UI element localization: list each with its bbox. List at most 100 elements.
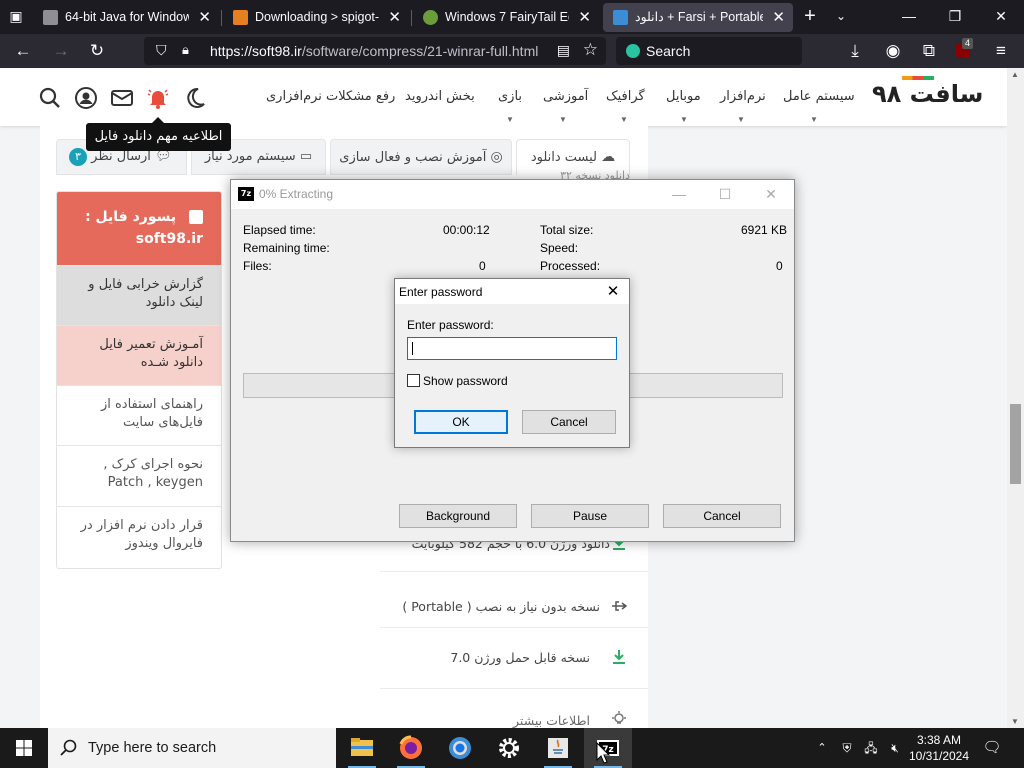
password-field-label: Enter password: [407,318,494,332]
tab-close-icon[interactable]: ✕ [198,3,211,32]
volume-muted-icon[interactable]: 🔇︎ [885,728,905,768]
shield-icon[interactable]: ⛉ [156,42,167,59]
notification-bell-icon[interactable] [146,86,170,110]
processed-label: Processed: [540,259,601,273]
tab-favicon-icon [43,10,58,25]
taskbar-search-box[interactable]: Type here to search [48,728,336,768]
browser-tab-java[interactable]: 64-bit Java for Windows ✕ [33,3,219,32]
browser-nav-bar: ← → ↻ ⛉ 🔒︎ https://soft98.ir/software/co… [0,34,1024,68]
browser-tab-soft98[interactable]: دانلود + Farsi + Portable ✕ [603,3,793,32]
sidebar-link-repair[interactable]: آمـوزش تعمیر فایل دانلود شـده [57,326,221,386]
browser-tab-fairytail[interactable]: Windows 7 FairyTail Editio ✕ [413,3,599,32]
bookmark-star-icon[interactable]: ☆ [583,40,598,60]
url-text[interactable]: https://soft98.ir/software/compress/21-w… [210,43,538,59]
show-password-checkbox[interactable] [407,374,420,387]
back-arrow-icon[interactable]: ← [10,38,36,64]
menu-games[interactable]: بازی [498,89,522,104]
file-password-box: پسورد فایل : soft98.ir [57,192,221,266]
clock-time: 3:38 AM [916,733,962,747]
taskbar-search-placeholder: Type here to search [88,740,217,756]
scroll-down-arrow-icon[interactable]: ▼ [1011,717,1019,726]
speed-label: Speed: [540,241,579,255]
lifebuoy-icon: ◎ [490,149,503,165]
close-window-icon[interactable]: ✕ [978,0,1024,32]
tab-favicon-icon [423,10,438,25]
extract-window-titlebar[interactable]: 7z 0% Extracting — ☐ ✕ [231,180,794,209]
notification-center-icon[interactable]: 🗨︎ [980,728,1004,768]
scrollbar-thumb[interactable] [1010,404,1021,484]
new-tab-icon[interactable]: + [797,3,823,29]
ok-button[interactable]: OK [414,410,508,434]
user-profile-icon[interactable] [74,86,98,110]
firefox-icon[interactable] [387,728,435,768]
site-logo[interactable]: سافت ۹۸ [872,76,983,108]
menu-android[interactable]: بخش اندروید [405,89,475,104]
cancel-extract-button[interactable]: Cancel [663,504,781,528]
page-scrollbar[interactable]: ▲ ▼ [1007,68,1024,728]
cancel-password-button[interactable]: Cancel [522,410,616,434]
maximize-icon[interactable]: ☐ [702,180,748,209]
tab-overview-icon[interactable]: ▣ [3,3,29,29]
pause-button[interactable]: Pause [531,504,649,528]
menu-troubleshooting[interactable]: رفع مشکلات نرم‌افزاری [266,89,395,104]
scroll-up-arrow-icon[interactable]: ▲ [1011,70,1019,79]
minimize-icon[interactable]: — [656,180,702,209]
search-bar[interactable]: Search [616,37,802,65]
windows-taskbar: Type here to search 7z ⌃ ⛨ 🖧︎ 🔇︎ 3:38 AM [0,728,1024,768]
tab-close-icon[interactable]: ✕ [388,3,401,32]
tray-overflow-chevron-icon[interactable]: ⌃ [814,728,830,768]
close-icon[interactable]: ✕ [748,180,794,209]
list-tabs-chevron-icon[interactable]: ⌄ [828,3,854,29]
file-explorer-icon[interactable] [338,728,386,768]
menu-education[interactable]: آموزشی [543,89,588,104]
password-input[interactable] [407,337,617,360]
menu-software[interactable]: نرم‌افزار [720,89,766,104]
extensions-icon[interactable]: ⧉ [916,38,942,64]
cloud-download-icon: ☁ [601,149,616,165]
restore-icon[interactable]: ❐ [932,0,978,32]
lock-icon[interactable]: 🔒︎ [182,42,189,58]
minimize-icon[interactable]: — [886,0,932,32]
url-bar[interactable]: ⛉ 🔒︎ https://soft98.ir/software/compress… [144,37,606,65]
chrome-icon[interactable] [436,728,484,768]
sidebar-link-guide[interactable]: راهنمای استفاده از فایل‌های سایت [57,386,221,446]
mail-envelope-icon[interactable] [110,86,134,110]
chevron-down-icon: ▼ [810,115,818,124]
downloads-icon[interactable]: ⤓ [842,38,868,64]
tab-title: Downloading > spigot-1. [255,10,379,24]
sidebar-link-crack[interactable]: نحوه اجرای کرک , Patch , keygen [57,446,221,507]
menu-graphics[interactable]: گرافیک [606,89,645,104]
background-button[interactable]: Background [399,504,517,528]
show-password-label[interactable]: Show password [423,374,508,388]
comment-bubble-icon: 💬︎ [155,149,172,164]
settings-gear-icon[interactable] [485,728,533,768]
sidebar-link-firewall[interactable]: قرار دادن نرم افزار در فایروال ویندوز [57,507,221,568]
security-tray-icon[interactable]: ⛨ [837,728,857,768]
tab-close-icon[interactable]: ✕ [578,3,591,32]
search-placeholder: Search [646,43,691,59]
file-password-value: soft98.ir [135,231,203,247]
close-icon[interactable]: ✕ [597,279,629,304]
ublock-icon[interactable]: 4 [950,38,976,64]
reload-icon[interactable]: ↻ [84,38,110,64]
menu-mobile[interactable]: موبایل [666,89,701,104]
download-link-portable70[interactable]: نسخه قابل حمل ورژن 7.0 [360,650,590,665]
clock[interactable]: 3:38 AM 10/31/2024 [906,728,972,768]
browser-tab-spigot[interactable]: Downloading > spigot-1. ✕ [223,3,409,32]
reader-view-icon[interactable]: ▤ [557,42,570,59]
windows-start-icon[interactable] [0,728,48,768]
java-icon[interactable] [534,728,582,768]
tab-close-icon[interactable]: ✕ [772,3,785,32]
search-icon[interactable] [38,86,62,110]
menu-os[interactable]: سیستم عامل [783,89,855,104]
extract-window-title: 0% Extracting [259,187,334,201]
hamburger-menu-icon[interactable]: ≡ [988,38,1014,64]
chevron-down-icon: ▼ [680,115,688,124]
network-tray-icon[interactable]: 🖧︎ [861,728,881,768]
forward-arrow-icon[interactable]: → [48,38,74,64]
account-icon[interactable]: ◉ [880,38,906,64]
sidebar-link-report[interactable]: گزارش خرابی فایل و لینک دانلود [57,266,221,326]
more-info-heading[interactable]: اطلاعات بیشتر [360,713,590,728]
password-dialog-titlebar[interactable]: Enter password ✕ [395,279,629,304]
dark-mode-moon-icon[interactable] [183,86,207,110]
